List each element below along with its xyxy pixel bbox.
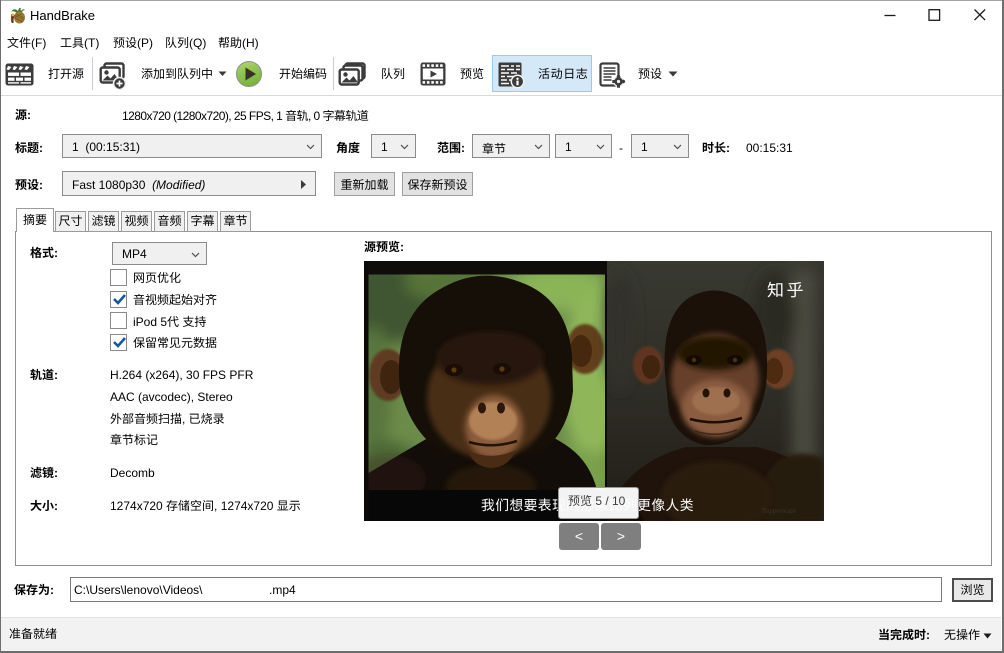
svg-text:Tupperware: Tupperware — [762, 506, 796, 516]
svg-text:知乎: 知乎 — [767, 276, 806, 301]
